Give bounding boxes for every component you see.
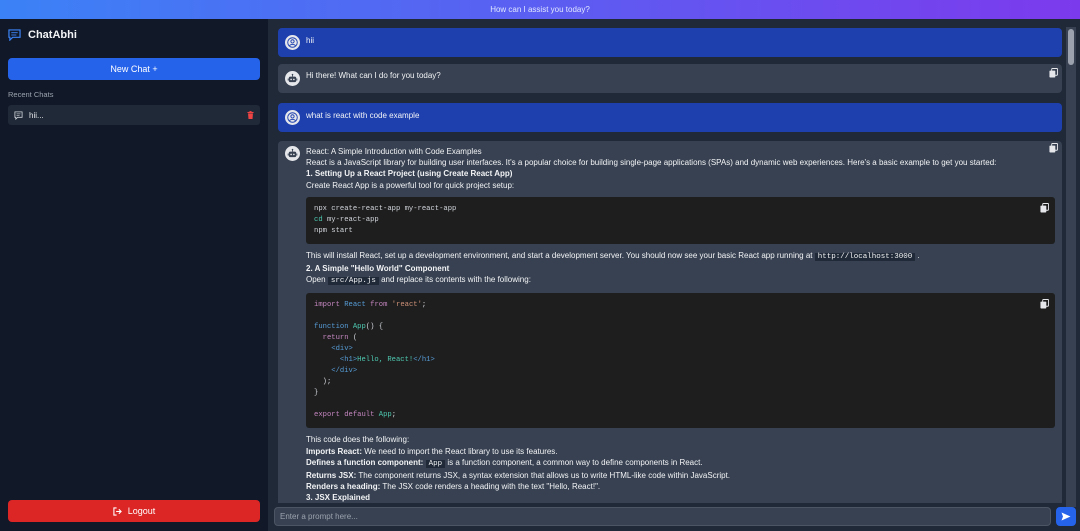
bot-message: Hi there! What can I do for you today? xyxy=(278,64,1062,93)
user-avatar-icon xyxy=(285,35,300,50)
top-banner-text: How can I assist you today? xyxy=(490,5,590,14)
code-line: export default App; xyxy=(314,411,397,420)
prompt-input[interactable] xyxy=(274,507,1051,526)
paragraph: This will install React, set up a develo… xyxy=(306,250,1046,263)
sidebar: ChatAbhi New Chat + Recent Chats hii... … xyxy=(0,19,268,531)
bullet-label: Defines a function component: xyxy=(306,457,424,467)
new-chat-button[interactable]: New Chat + xyxy=(8,58,260,80)
code-line: npm start xyxy=(314,226,353,235)
bullet-item: Returns JSX: The component returns JSX, … xyxy=(306,470,1046,481)
message-text: Hi there! What can I do for you today? xyxy=(306,71,441,80)
code-line: <h1>Hello, React!</h1> xyxy=(339,356,435,365)
paragraph: Open src/App.js and replace its contents… xyxy=(306,274,1046,287)
scrollbar-thumb[interactable] xyxy=(1068,29,1074,65)
brand-name: ChatAbhi xyxy=(28,29,77,41)
code-block: npx create-react-app my-react-app cd my-… xyxy=(306,196,1055,244)
section-heading: 2. A Simple "Hello World" Component xyxy=(306,264,450,274)
brand: ChatAbhi xyxy=(8,29,77,41)
code-line: </div> xyxy=(331,367,358,376)
code-line: npx create-react-app my-react-app xyxy=(314,204,457,213)
trash-icon[interactable] xyxy=(247,111,254,119)
bullet-label: Returns JSX: xyxy=(306,471,357,481)
code-line: import React from 'react'; xyxy=(314,301,427,310)
paragraph-text: and replace its contents with the follow… xyxy=(381,275,531,285)
paragraph-text: . xyxy=(917,250,920,260)
recent-chats-heading: Recent Chats xyxy=(8,90,54,99)
scrollbar[interactable] xyxy=(1066,27,1076,507)
bot-response-body: React: A Simple Introduction with Code E… xyxy=(306,146,1055,503)
code-line: cd my-react-app xyxy=(314,215,379,224)
copy-icon[interactable] xyxy=(1040,299,1049,309)
section-heading: 1. Setting Up a React Project (using Cre… xyxy=(306,169,513,179)
bullet-text: is a function component, a common way to… xyxy=(447,457,703,467)
new-chat-label: New Chat + xyxy=(110,64,158,74)
recent-chat-item[interactable]: hii... xyxy=(8,105,260,125)
send-button[interactable] xyxy=(1056,507,1076,526)
bot-message: React: A Simple Introduction with Code E… xyxy=(278,141,1062,503)
inline-code: App xyxy=(425,459,446,468)
bullet-text: The JSX code renders a heading with the … xyxy=(382,482,601,492)
chat-bubble-icon xyxy=(8,29,21,41)
code-line: } xyxy=(314,389,319,398)
paragraph: This code does the following: xyxy=(306,435,410,445)
inline-code: http://localhost:3000 xyxy=(814,252,916,261)
user-avatar-icon xyxy=(285,110,300,125)
logout-icon xyxy=(113,506,122,516)
bullet-text: The component returns JSX, a syntax exte… xyxy=(358,471,731,481)
logout-label: Logout xyxy=(127,506,156,516)
response-title: React: A Simple Introduction with Code E… xyxy=(306,147,482,156)
send-icon xyxy=(1061,512,1071,521)
chat-icon xyxy=(14,110,23,120)
chat-main: hii Hi there! What can I do for you toda… xyxy=(268,19,1080,531)
bullet-label: Imports React: xyxy=(306,446,363,456)
bullet-item: Defines a function component: App is a f… xyxy=(306,457,1046,470)
copy-icon[interactable] xyxy=(1049,143,1058,153)
user-message: hii xyxy=(278,28,1062,57)
bullet-text: We need to import the React library to u… xyxy=(364,446,558,456)
recent-chat-label: hii... xyxy=(29,110,44,120)
robot-avatar-icon xyxy=(285,71,300,86)
bullet-label: Renders a heading: xyxy=(306,482,381,492)
chat-messages: hii Hi there! What can I do for you toda… xyxy=(278,28,1062,503)
paragraph-text: Open xyxy=(306,275,326,285)
code-block: import React from 'react'; function App(… xyxy=(306,293,1055,429)
paragraph-text: This will install React, set up a develo… xyxy=(306,250,813,260)
inline-code: src/App.js xyxy=(327,277,379,286)
section-heading: 3. JSX Explained xyxy=(306,493,371,503)
bullet-item: Imports React: We need to import the Rea… xyxy=(306,446,1046,457)
copy-icon[interactable] xyxy=(1040,202,1049,213)
paragraph: Create React App is a powerful tool for … xyxy=(306,180,515,190)
copy-icon[interactable] xyxy=(1049,68,1058,78)
top-banner: How can I assist you today? xyxy=(0,0,1080,19)
robot-avatar-icon xyxy=(285,146,300,161)
user-message: what is react with code example xyxy=(278,103,1062,132)
response-intro: React is a JavaScript library for buildi… xyxy=(306,158,997,168)
code-line: function App() { xyxy=(314,323,384,332)
message-text: hii xyxy=(306,36,315,45)
logout-button[interactable]: Logout xyxy=(8,500,260,522)
code-line: <div> xyxy=(331,345,353,354)
code-line: return ( xyxy=(322,334,358,343)
message-text: what is react with code example xyxy=(306,111,420,120)
code-line: ); xyxy=(314,378,332,387)
bullet-item: Renders a heading: The JSX code renders … xyxy=(306,481,1046,492)
